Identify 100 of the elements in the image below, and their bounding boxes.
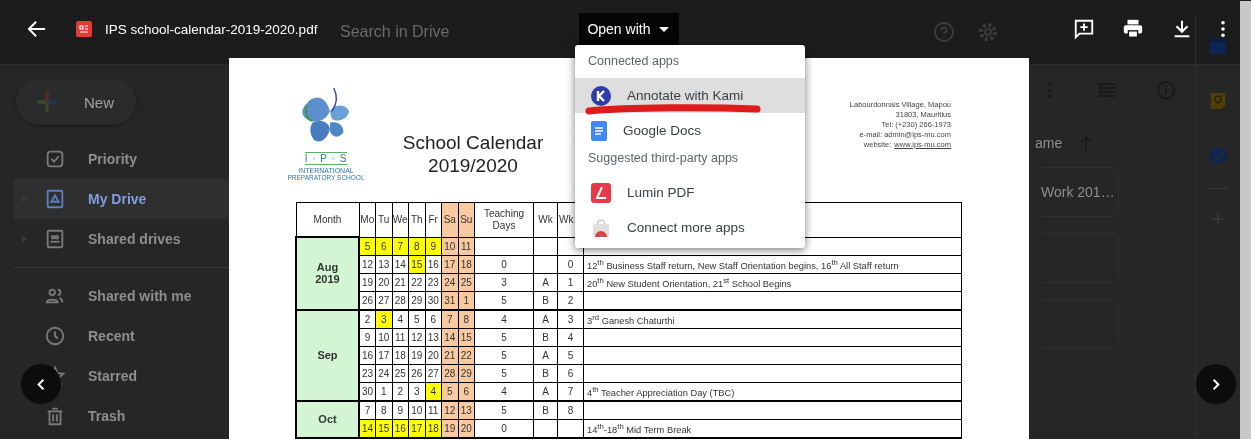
chevron-right-icon — [1212, 377, 1220, 391]
column-header: Wk — [533, 202, 558, 237]
table-cell: A — [533, 309, 558, 328]
menu-heading: Suggested third-party apps — [587, 150, 740, 167]
nav-item[interactable]: My Drive — [14, 179, 229, 219]
new-button[interactable]: New — [16, 79, 136, 125]
table-cell: 3 — [557, 309, 584, 328]
day-cell: 5 — [408, 309, 425, 328]
table-cell: 4 — [474, 309, 534, 328]
day-cell: 10 — [408, 400, 425, 419]
back-arrow-icon[interactable] — [28, 20, 46, 38]
event-cell: 4$^{th}$ Teacher Appreciation Day (TBC) — [583, 382, 962, 401]
table-cell: B — [533, 291, 558, 310]
day-cell: 22 — [408, 273, 425, 291]
help-icon[interactable] — [932, 20, 957, 44]
event-cell: 14$^{th}$-18$^{th}$ Mid Term Break — [583, 419, 962, 438]
search-field[interactable]: Search in Drive — [340, 23, 450, 41]
column-header: Tu — [375, 202, 392, 237]
day-cell: 29 — [408, 291, 425, 310]
table-cell: 5 — [557, 346, 584, 364]
tasks-icon[interactable] — [1209, 147, 1227, 165]
clock-icon — [44, 325, 66, 347]
day-cell: 6 — [425, 309, 442, 328]
day-cell: 7 — [359, 400, 376, 419]
table-cell — [533, 255, 558, 273]
nav-item[interactable]: Trash — [14, 396, 229, 436]
day-cell: 23 — [359, 364, 376, 382]
next-button[interactable] — [1196, 364, 1236, 404]
file-name: IPS school-calendar-2019-2020.pdf — [105, 21, 318, 37]
scrollbar[interactable] — [1240, 1, 1251, 439]
table-cell: 8 — [557, 400, 584, 419]
previous-button[interactable] — [21, 364, 61, 404]
table-cell: 5 — [474, 346, 534, 364]
day-cell: 13 — [425, 328, 442, 346]
pdf-file-icon — [76, 21, 92, 37]
day-cell: 16 — [425, 255, 442, 273]
day-cell: 23 — [425, 273, 442, 291]
more-icon[interactable] — [1220, 20, 1226, 38]
column-header: Fr — [425, 202, 442, 237]
table-cell: B — [533, 328, 558, 346]
day-cell: 24 — [375, 364, 392, 382]
table-cell: 2 — [557, 291, 584, 310]
table-cell — [474, 237, 534, 255]
table-cell: B — [533, 400, 558, 419]
table-cell: A — [533, 382, 558, 401]
table-cell: 3 — [474, 273, 534, 291]
day-cell: 2 — [359, 309, 376, 328]
column-header: Th — [408, 202, 425, 237]
column-header: We — [392, 202, 409, 237]
day-cell: 20 — [425, 346, 442, 364]
day-cell: 4 — [392, 309, 409, 328]
nav-item[interactable]: Recent — [14, 316, 229, 356]
table-cell: 5 — [474, 291, 534, 310]
nav-item[interactable]: Priority — [14, 139, 229, 179]
day-cell: 2 — [392, 382, 409, 401]
school-year: 2019/2020 — [428, 154, 518, 177]
open-with-button[interactable]: Open with — [579, 13, 680, 45]
chevron-left-icon — [37, 377, 45, 391]
table-cell: 0 — [474, 255, 534, 273]
print-icon[interactable] — [1122, 18, 1144, 40]
kami-icon — [591, 85, 611, 106]
lightbulb-icon[interactable] — [1209, 92, 1227, 110]
drive-icon — [44, 188, 66, 210]
table-cell: A — [533, 346, 558, 364]
month-cell: Oct — [296, 400, 359, 438]
day-cell: 28 — [392, 291, 409, 310]
table-cell: 5 — [474, 364, 534, 382]
menu-heading: Connected apps — [587, 53, 681, 70]
day-cell: 19 — [408, 346, 425, 364]
table-cell: 1 — [557, 273, 584, 291]
day-cell: 13 — [375, 255, 392, 273]
column-header: Mo — [359, 202, 376, 237]
day-cell: 20 — [375, 273, 392, 291]
menu-item[interactable]: Annotate with Kami — [575, 78, 805, 113]
day-cell: 12 — [359, 255, 376, 273]
table-cell: 4 — [557, 328, 584, 346]
logo-letters: I · P · S — [304, 152, 348, 165]
day-cell: 30 — [359, 382, 376, 401]
table-cell: A — [533, 273, 558, 291]
day-cell: 1 — [375, 382, 392, 401]
menu-item[interactable]: Google Docs — [575, 113, 805, 148]
file-card[interactable]: Work 201… — [1041, 167, 1119, 217]
day-cell: 14 — [392, 255, 409, 273]
document-title: School Calendar — [402, 131, 544, 154]
caret-icon — [659, 26, 670, 32]
add-comment-icon[interactable] — [1073, 18, 1095, 40]
document-icon — [591, 120, 607, 141]
event-cell: 20$^{th}$ New Student Orientation, 21$^{st}$ School Begins — [583, 273, 962, 291]
day-cell: 12 — [408, 328, 425, 346]
table-cell — [533, 419, 558, 438]
nav-item[interactable]: Shared drives — [14, 219, 229, 259]
day-cell: 26 — [359, 291, 376, 310]
day-cell: 11 — [425, 400, 442, 419]
table-cell: 5 — [474, 328, 534, 346]
day-cell: 9 — [359, 328, 376, 346]
table-cell: 7 — [557, 382, 584, 401]
lumin-icon — [591, 182, 611, 203]
day-cell: 27 — [425, 364, 442, 382]
sort-label[interactable]: ame — [1035, 135, 1063, 151]
day-cell: 25 — [392, 364, 409, 382]
